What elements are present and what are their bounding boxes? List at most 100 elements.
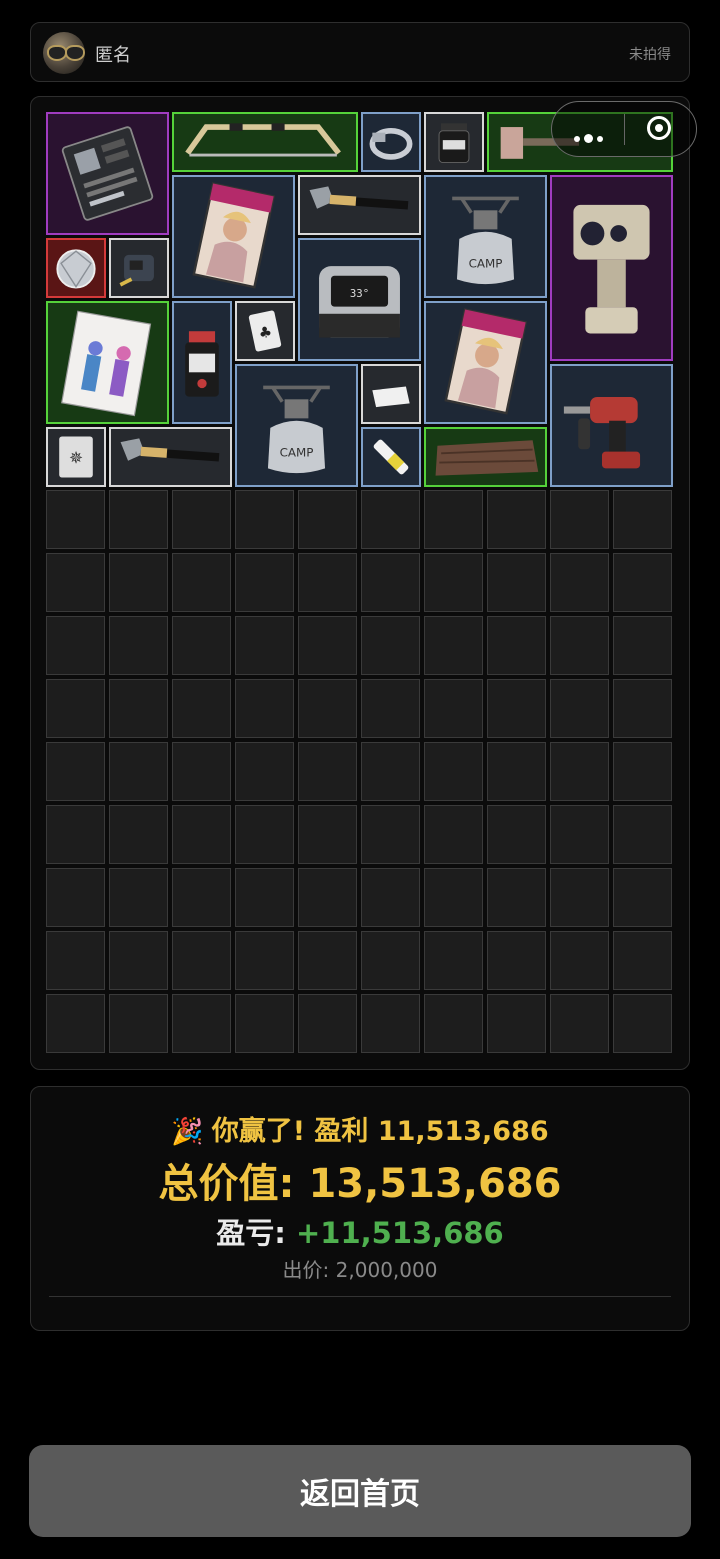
grid-cell[interactable] — [109, 490, 168, 549]
grid-cell[interactable] — [361, 742, 420, 801]
grid-cell[interactable] — [487, 553, 546, 612]
grid-cell[interactable] — [46, 679, 105, 738]
grid-cell[interactable] — [487, 868, 546, 927]
grid-cell[interactable] — [235, 994, 294, 1053]
jar-item[interactable] — [424, 112, 484, 172]
grid-cell[interactable] — [613, 931, 672, 990]
hammer-item[interactable] — [298, 175, 421, 235]
motherboard-item[interactable] — [46, 112, 169, 235]
playing-card-clubs-item[interactable]: ♣ — [235, 301, 295, 361]
wood-plank-item[interactable] — [424, 427, 547, 487]
grid-cell[interactable] — [298, 931, 357, 990]
camp-stove-item[interactable]: CAMP — [424, 175, 547, 298]
grid-cell[interactable] — [298, 805, 357, 864]
grid-cell[interactable] — [550, 490, 609, 549]
grid-cell[interactable] — [550, 742, 609, 801]
diamond-item[interactable] — [46, 238, 106, 298]
grid-cell[interactable] — [613, 679, 672, 738]
grid-cell[interactable] — [361, 616, 420, 675]
more-dots-icon[interactable] — [574, 127, 607, 146]
hacksaw-item[interactable] — [172, 112, 358, 172]
grid-cell[interactable] — [46, 931, 105, 990]
grid-cell[interactable] — [550, 805, 609, 864]
target-circle-icon[interactable] — [647, 116, 671, 140]
playing-card-item-2[interactable]: ✵ — [46, 427, 106, 487]
grid-cell[interactable] — [46, 805, 105, 864]
grid-cell[interactable] — [298, 868, 357, 927]
grid-cell[interactable] — [361, 931, 420, 990]
grid-cell[interactable] — [361, 805, 420, 864]
grid-cell[interactable] — [424, 616, 483, 675]
grid-cell[interactable] — [298, 679, 357, 738]
grid-cell[interactable] — [424, 490, 483, 549]
grid-cell[interactable] — [550, 553, 609, 612]
grid-cell[interactable] — [298, 994, 357, 1053]
grid-cell[interactable] — [235, 805, 294, 864]
grid-cell[interactable] — [613, 805, 672, 864]
grid-cell[interactable] — [109, 931, 168, 990]
grid-cell[interactable] — [109, 742, 168, 801]
grid-cell[interactable] — [109, 553, 168, 612]
grid-cell[interactable] — [487, 616, 546, 675]
grid-cell[interactable] — [424, 742, 483, 801]
powder-bottle-item[interactable] — [172, 301, 232, 424]
grid-cell[interactable] — [298, 616, 357, 675]
grid-cell[interactable] — [172, 490, 231, 549]
grid-cell[interactable] — [424, 679, 483, 738]
grid-cell[interactable] — [46, 553, 105, 612]
grid-cell[interactable] — [235, 931, 294, 990]
grid-cell[interactable] — [172, 931, 231, 990]
grid-cell[interactable] — [487, 805, 546, 864]
grid-cell[interactable] — [613, 868, 672, 927]
grid-cell[interactable] — [298, 553, 357, 612]
grid-cell[interactable] — [487, 994, 546, 1053]
grid-cell[interactable] — [361, 868, 420, 927]
grid-cell[interactable] — [46, 742, 105, 801]
grid-cell[interactable] — [235, 868, 294, 927]
grid-cell[interactable] — [172, 616, 231, 675]
grid-cell[interactable] — [109, 679, 168, 738]
glue-stick-item[interactable] — [361, 427, 421, 487]
magazine-item-2[interactable] — [424, 301, 547, 424]
grid-cell[interactable] — [613, 490, 672, 549]
grid-cell[interactable] — [235, 616, 294, 675]
grid-cell[interactable] — [424, 553, 483, 612]
grid-cell[interactable] — [613, 616, 672, 675]
grid-cell[interactable] — [487, 742, 546, 801]
grid-cell[interactable] — [361, 553, 420, 612]
grid-cell[interactable] — [550, 994, 609, 1053]
grid-cell[interactable] — [361, 994, 420, 1053]
grid-cell[interactable] — [361, 679, 420, 738]
grid-cell[interactable] — [613, 553, 672, 612]
hammer-item-2[interactable] — [109, 427, 232, 487]
grid-cell[interactable] — [550, 616, 609, 675]
grid-cell[interactable] — [172, 553, 231, 612]
grid-cell[interactable] — [109, 868, 168, 927]
tape-measure-item[interactable] — [109, 238, 169, 298]
grid-cell[interactable] — [550, 679, 609, 738]
security-camera-item[interactable] — [550, 175, 673, 361]
grid-cell[interactable] — [298, 742, 357, 801]
grid-cell[interactable] — [361, 490, 420, 549]
grid-cell[interactable] — [487, 931, 546, 990]
grid-cell[interactable] — [424, 868, 483, 927]
grid-cell[interactable] — [424, 931, 483, 990]
grid-cell[interactable] — [298, 490, 357, 549]
return-home-button[interactable]: 返回首页 — [29, 1445, 691, 1537]
magazine-item[interactable] — [172, 175, 295, 298]
grid-cell[interactable] — [550, 931, 609, 990]
smart-speaker-item[interactable]: 33° — [298, 238, 421, 361]
grid-cell[interactable] — [613, 742, 672, 801]
grid-cell[interactable] — [46, 490, 105, 549]
camp-stove-item-2[interactable]: CAMP — [235, 364, 358, 487]
tissue-item[interactable] — [361, 364, 421, 424]
grid-cell[interactable] — [613, 994, 672, 1053]
grid-cell[interactable] — [109, 805, 168, 864]
grid-cell[interactable] — [424, 994, 483, 1053]
grid-cell[interactable] — [550, 868, 609, 927]
grid-cell[interactable] — [235, 490, 294, 549]
grid-cell[interactable] — [235, 679, 294, 738]
grid-cell[interactable] — [46, 994, 105, 1053]
bracelet-item[interactable] — [361, 112, 421, 172]
grid-cell[interactable] — [172, 742, 231, 801]
